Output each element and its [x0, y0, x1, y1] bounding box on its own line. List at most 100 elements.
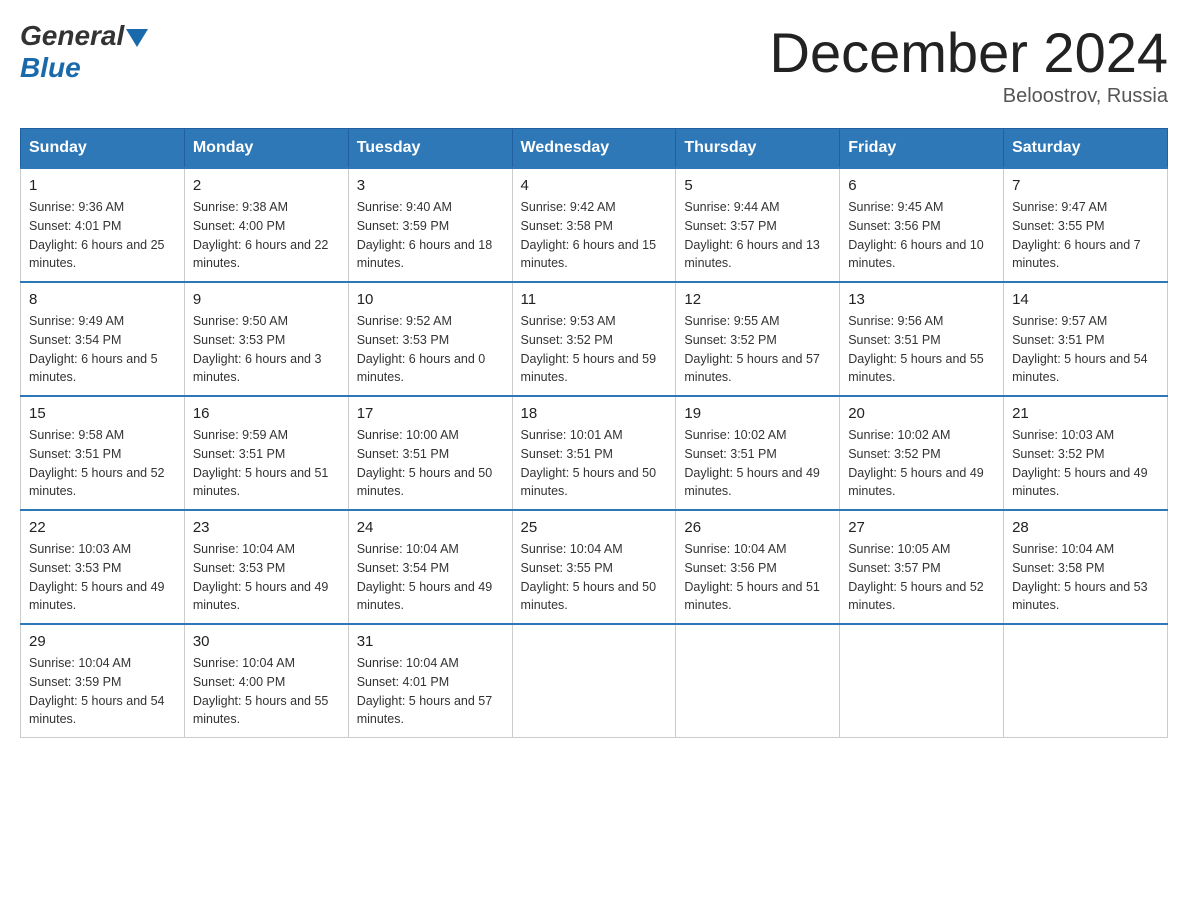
day-number: 31 [357, 633, 504, 650]
day-info: Sunrise: 10:04 AMSunset: 4:01 PMDaylight… [357, 654, 504, 729]
day-info: Sunrise: 9:57 AMSunset: 3:51 PMDaylight:… [1012, 312, 1159, 387]
day-number: 19 [684, 405, 831, 422]
calendar-cell: 13 Sunrise: 9:56 AMSunset: 3:51 PMDaylig… [840, 282, 1004, 396]
week-row-4: 22 Sunrise: 10:03 AMSunset: 3:53 PMDayli… [21, 510, 1168, 624]
week-row-3: 15 Sunrise: 9:58 AMSunset: 3:51 PMDaylig… [21, 396, 1168, 510]
day-number: 24 [357, 519, 504, 536]
calendar-cell: 18 Sunrise: 10:01 AMSunset: 3:51 PMDayli… [512, 396, 676, 510]
day-info: Sunrise: 10:03 AMSunset: 3:53 PMDaylight… [29, 540, 176, 615]
calendar-cell [512, 624, 676, 738]
logo-blue-text: Blue [20, 52, 81, 83]
day-number: 30 [193, 633, 340, 650]
calendar-table: SundayMondayTuesdayWednesdayThursdayFrid… [20, 128, 1168, 738]
page-header: General Blue December 2024 Beloostrov, R… [20, 20, 1168, 108]
day-number: 10 [357, 291, 504, 308]
logo-triangle-icon [126, 29, 148, 47]
day-number: 3 [357, 177, 504, 194]
day-info: Sunrise: 10:01 AMSunset: 3:51 PMDaylight… [521, 426, 668, 501]
calendar-cell: 20 Sunrise: 10:02 AMSunset: 3:52 PMDayli… [840, 396, 1004, 510]
day-info: Sunrise: 9:38 AMSunset: 4:00 PMDaylight:… [193, 198, 340, 273]
week-row-2: 8 Sunrise: 9:49 AMSunset: 3:54 PMDayligh… [21, 282, 1168, 396]
calendar-cell: 12 Sunrise: 9:55 AMSunset: 3:52 PMDaylig… [676, 282, 840, 396]
calendar-cell: 1 Sunrise: 9:36 AMSunset: 4:01 PMDayligh… [21, 168, 185, 282]
calendar-cell [1004, 624, 1168, 738]
calendar-cell: 23 Sunrise: 10:04 AMSunset: 3:53 PMDayli… [184, 510, 348, 624]
day-info: Sunrise: 9:55 AMSunset: 3:52 PMDaylight:… [684, 312, 831, 387]
calendar-cell: 7 Sunrise: 9:47 AMSunset: 3:55 PMDayligh… [1004, 168, 1168, 282]
day-info: Sunrise: 10:05 AMSunset: 3:57 PMDaylight… [848, 540, 995, 615]
calendar-header-row: SundayMondayTuesdayWednesdayThursdayFrid… [21, 129, 1168, 169]
logo-line1: General [20, 20, 148, 52]
day-number: 7 [1012, 177, 1159, 194]
calendar-cell: 19 Sunrise: 10:02 AMSunset: 3:51 PMDayli… [676, 396, 840, 510]
calendar-cell: 9 Sunrise: 9:50 AMSunset: 3:53 PMDayligh… [184, 282, 348, 396]
day-number: 21 [1012, 405, 1159, 422]
calendar-cell [676, 624, 840, 738]
month-title: December 2024 [770, 20, 1168, 85]
day-number: 18 [521, 405, 668, 422]
day-number: 6 [848, 177, 995, 194]
logo-general-text: General [20, 20, 124, 52]
day-number: 8 [29, 291, 176, 308]
calendar-cell: 14 Sunrise: 9:57 AMSunset: 3:51 PMDaylig… [1004, 282, 1168, 396]
day-number: 9 [193, 291, 340, 308]
calendar-cell: 22 Sunrise: 10:03 AMSunset: 3:53 PMDayli… [21, 510, 185, 624]
logo: General Blue [20, 20, 148, 84]
day-info: Sunrise: 9:44 AMSunset: 3:57 PMDaylight:… [684, 198, 831, 273]
day-number: 4 [521, 177, 668, 194]
day-number: 26 [684, 519, 831, 536]
day-info: Sunrise: 10:04 AMSunset: 3:55 PMDaylight… [521, 540, 668, 615]
day-info: Sunrise: 9:45 AMSunset: 3:56 PMDaylight:… [848, 198, 995, 273]
calendar-cell: 8 Sunrise: 9:49 AMSunset: 3:54 PMDayligh… [21, 282, 185, 396]
column-header-monday: Monday [184, 129, 348, 169]
calendar-cell: 25 Sunrise: 10:04 AMSunset: 3:55 PMDayli… [512, 510, 676, 624]
calendar-cell: 28 Sunrise: 10:04 AMSunset: 3:58 PMDayli… [1004, 510, 1168, 624]
day-number: 13 [848, 291, 995, 308]
location-label: Beloostrov, Russia [770, 85, 1168, 108]
day-number: 29 [29, 633, 176, 650]
day-info: Sunrise: 10:04 AMSunset: 3:53 PMDaylight… [193, 540, 340, 615]
calendar-cell: 2 Sunrise: 9:38 AMSunset: 4:00 PMDayligh… [184, 168, 348, 282]
day-info: Sunrise: 10:02 AMSunset: 3:52 PMDaylight… [848, 426, 995, 501]
day-info: Sunrise: 9:50 AMSunset: 3:53 PMDaylight:… [193, 312, 340, 387]
day-number: 5 [684, 177, 831, 194]
calendar-cell: 30 Sunrise: 10:04 AMSunset: 4:00 PMDayli… [184, 624, 348, 738]
day-number: 22 [29, 519, 176, 536]
calendar-cell: 26 Sunrise: 10:04 AMSunset: 3:56 PMDayli… [676, 510, 840, 624]
day-number: 11 [521, 291, 668, 308]
week-row-1: 1 Sunrise: 9:36 AMSunset: 4:01 PMDayligh… [21, 168, 1168, 282]
day-info: Sunrise: 9:36 AMSunset: 4:01 PMDaylight:… [29, 198, 176, 273]
calendar-cell: 16 Sunrise: 9:59 AMSunset: 3:51 PMDaylig… [184, 396, 348, 510]
day-info: Sunrise: 9:40 AMSunset: 3:59 PMDaylight:… [357, 198, 504, 273]
day-info: Sunrise: 10:04 AMSunset: 3:54 PMDaylight… [357, 540, 504, 615]
day-number: 17 [357, 405, 504, 422]
calendar-cell: 15 Sunrise: 9:58 AMSunset: 3:51 PMDaylig… [21, 396, 185, 510]
day-info: Sunrise: 10:04 AMSunset: 4:00 PMDaylight… [193, 654, 340, 729]
day-number: 25 [521, 519, 668, 536]
day-info: Sunrise: 10:04 AMSunset: 3:58 PMDaylight… [1012, 540, 1159, 615]
column-header-wednesday: Wednesday [512, 129, 676, 169]
day-number: 2 [193, 177, 340, 194]
column-header-saturday: Saturday [1004, 129, 1168, 169]
day-number: 16 [193, 405, 340, 422]
day-number: 23 [193, 519, 340, 536]
column-header-tuesday: Tuesday [348, 129, 512, 169]
calendar-cell: 5 Sunrise: 9:44 AMSunset: 3:57 PMDayligh… [676, 168, 840, 282]
day-number: 20 [848, 405, 995, 422]
logo-line2: Blue [20, 52, 148, 84]
calendar-cell: 4 Sunrise: 9:42 AMSunset: 3:58 PMDayligh… [512, 168, 676, 282]
calendar-cell: 6 Sunrise: 9:45 AMSunset: 3:56 PMDayligh… [840, 168, 1004, 282]
calendar-cell: 24 Sunrise: 10:04 AMSunset: 3:54 PMDayli… [348, 510, 512, 624]
day-info: Sunrise: 10:04 AMSunset: 3:56 PMDaylight… [684, 540, 831, 615]
day-info: Sunrise: 9:53 AMSunset: 3:52 PMDaylight:… [521, 312, 668, 387]
day-info: Sunrise: 9:58 AMSunset: 3:51 PMDaylight:… [29, 426, 176, 501]
day-number: 12 [684, 291, 831, 308]
calendar-cell [840, 624, 1004, 738]
calendar-cell: 11 Sunrise: 9:53 AMSunset: 3:52 PMDaylig… [512, 282, 676, 396]
calendar-cell: 10 Sunrise: 9:52 AMSunset: 3:53 PMDaylig… [348, 282, 512, 396]
day-info: Sunrise: 9:59 AMSunset: 3:51 PMDaylight:… [193, 426, 340, 501]
column-header-thursday: Thursday [676, 129, 840, 169]
calendar-cell: 27 Sunrise: 10:05 AMSunset: 3:57 PMDayli… [840, 510, 1004, 624]
day-info: Sunrise: 9:49 AMSunset: 3:54 PMDaylight:… [29, 312, 176, 387]
title-section: December 2024 Beloostrov, Russia [770, 20, 1168, 108]
